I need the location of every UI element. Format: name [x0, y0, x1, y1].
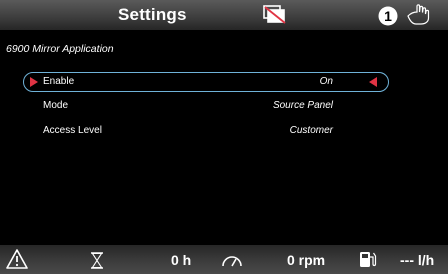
arrow-left-icon[interactable]	[30, 77, 38, 87]
warning-icon[interactable]	[6, 249, 28, 269]
engine-rpm: 0 rpm	[287, 252, 326, 268]
setting-row-access-level[interactable]: Access Level Customer	[23, 121, 389, 141]
setting-label: Access Level	[43, 125, 102, 136]
setting-value: Source Panel	[272, 100, 333, 111]
alert-badge-count: 1	[384, 8, 392, 24]
header-bar: Settings 1	[0, 0, 448, 30]
setting-row-mode[interactable]: Mode Source Panel	[23, 96, 389, 116]
alert-number-icon[interactable]: 1	[378, 6, 398, 26]
setting-label: Mode	[43, 100, 69, 111]
page-title: Settings	[118, 5, 187, 24]
setting-value: Customer	[289, 125, 333, 136]
gauge-icon	[222, 256, 242, 267]
fuel-rate: --- l/h	[400, 252, 435, 268]
screen-off-icon[interactable]	[263, 5, 287, 25]
fuel-icon	[360, 252, 377, 267]
hand-icon[interactable]	[405, 3, 433, 27]
settings-screen: Settings 1 6900 Mirror Application Enabl…	[0, 0, 448, 274]
hourglass-icon	[91, 252, 103, 269]
setting-label: Enable	[43, 76, 75, 87]
section-title: 6900 Mirror Application	[6, 43, 114, 55]
status-bar: 0 h 0 rpm --- l/h	[0, 245, 448, 274]
setting-value: On	[319, 76, 333, 87]
arrow-right-icon[interactable]	[369, 77, 377, 87]
setting-row-enable[interactable]: Enable On	[23, 72, 389, 92]
engine-hours: 0 h	[171, 252, 192, 268]
